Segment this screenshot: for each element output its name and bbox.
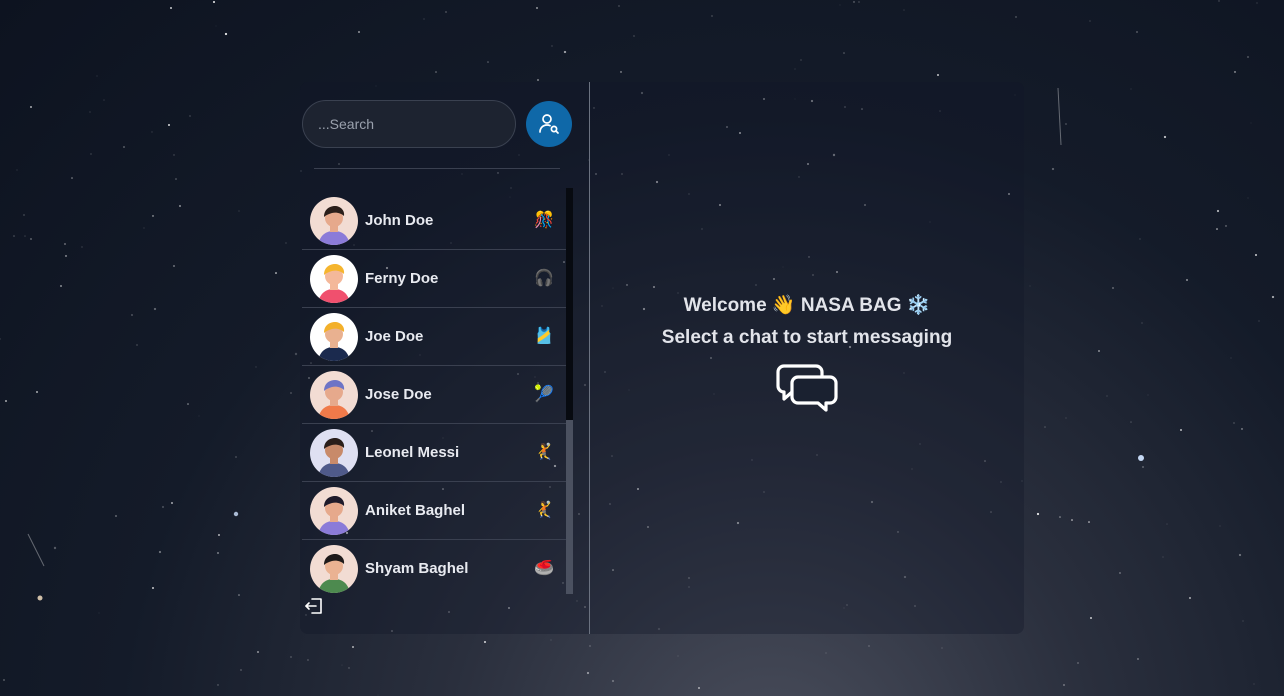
avatar — [310, 486, 358, 535]
logout-icon[interactable] — [304, 596, 324, 616]
contact-emoji: 🥌 — [534, 558, 554, 577]
contact-name: Shyam Baghel — [365, 560, 469, 577]
conversation-item[interactable]: Ferny Doe 🎧 — [302, 250, 566, 308]
contact-emoji: 🎾 — [534, 384, 554, 403]
contact-emoji: 🤾 — [534, 500, 554, 519]
contact-emoji: 🎽 — [534, 326, 554, 345]
search-field[interactable] — [302, 100, 516, 148]
avatar — [310, 370, 358, 419]
contact-name: Joe Doe — [365, 328, 424, 345]
search-input[interactable] — [303, 101, 515, 147]
conversation-item[interactable]: Leonel Messi 🤾 — [302, 424, 566, 482]
search-divider — [314, 168, 560, 169]
avatar — [310, 544, 358, 593]
avatar — [310, 254, 358, 303]
welcome-panel: Welcome 👋 NASA BAG ❄️ Select a chat to s… — [590, 82, 1024, 634]
conversation-scrollbar[interactable] — [566, 188, 573, 594]
contact-name: Ferny Doe — [365, 270, 439, 287]
avatar — [310, 428, 358, 477]
conversation-item[interactable]: Joe Doe 🎽 — [302, 308, 566, 366]
contact-name: Leonel Messi — [365, 444, 460, 461]
avatar — [310, 196, 358, 245]
conversation-item[interactable]: Shyam Baghel 🥌 — [302, 540, 566, 594]
conversation-list: John Doe 🎊 Ferny Doe 🎧 Joe Doe 🎽 Jose Doe 🎾 Leon… — [302, 192, 566, 594]
scrollbar-thumb[interactable] — [566, 188, 573, 420]
avatar — [310, 312, 358, 361]
chat-bubbles-icon — [776, 364, 838, 412]
sidebar: John Doe 🎊 Ferny Doe 🎧 Joe Doe 🎽 Jose Doe 🎾 Leon… — [300, 82, 590, 634]
conversation-item[interactable]: John Doe 🎊 — [302, 192, 566, 250]
user-search-icon — [539, 114, 559, 134]
search-button[interactable] — [526, 101, 572, 147]
welcome-greeting: Welcome 👋 NASA BAG ❄️ — [683, 295, 931, 316]
conversation-item[interactable]: Aniket Baghel 🤾 — [302, 482, 566, 540]
contact-name: John Doe — [365, 212, 434, 229]
welcome-subtitle: Select a chat to start messaging — [661, 327, 953, 348]
contact-name: Aniket Baghel — [365, 502, 466, 519]
contact-name: Jose Doe — [365, 386, 432, 403]
contact-emoji: 🎧 — [534, 268, 554, 287]
contact-emoji: 🎊 — [534, 210, 554, 229]
contact-emoji: 🤾 — [534, 442, 554, 461]
chat-app: John Doe 🎊 Ferny Doe 🎧 Joe Doe 🎽 Jose Doe 🎾 Leon… — [300, 82, 1024, 634]
conversation-item[interactable]: Jose Doe 🎾 — [302, 366, 566, 424]
